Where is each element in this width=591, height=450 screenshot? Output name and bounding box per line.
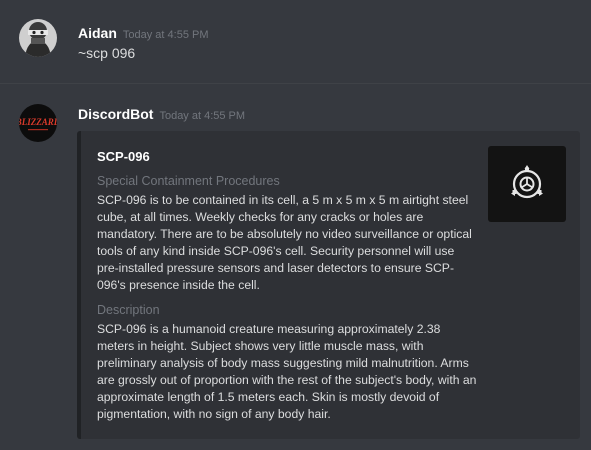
message-header: DiscordBot Today at 4:55 PM xyxy=(78,106,245,122)
embed: SCP-096 Special Containment Procedures S… xyxy=(77,131,580,439)
embed-thumbnail[interactable] xyxy=(488,146,566,222)
embed-field-value: SCP-096 is a humanoid creature measuring… xyxy=(97,322,477,421)
timestamp: Today at 4:55 PM xyxy=(122,29,209,41)
scp-foundation-logo-icon xyxy=(511,165,543,199)
blizzard-logo-avatar-icon: BLIZZARD xyxy=(19,104,57,142)
message-header: Aidan Today at 4:55 PM xyxy=(78,25,209,41)
avatar[interactable] xyxy=(19,19,57,57)
blizzard-logo-text: BLIZZARD xyxy=(19,117,57,127)
timestamp: Today at 4:55 PM xyxy=(159,110,246,122)
embed-field-name: Description xyxy=(97,303,160,317)
username[interactable]: Aidan xyxy=(78,25,117,41)
masked-face-avatar-icon xyxy=(19,19,57,57)
avatar[interactable]: BLIZZARD xyxy=(19,104,57,142)
embed-title: SCP-096 xyxy=(97,149,150,164)
embed-field-value: SCP-096 is to be contained in its cell, … xyxy=(97,193,472,292)
embed-field-name: Special Containment Procedures xyxy=(97,174,280,188)
message-divider xyxy=(0,83,591,84)
username[interactable]: DiscordBot xyxy=(78,106,153,122)
message-text: ~scp 096 xyxy=(78,45,136,61)
